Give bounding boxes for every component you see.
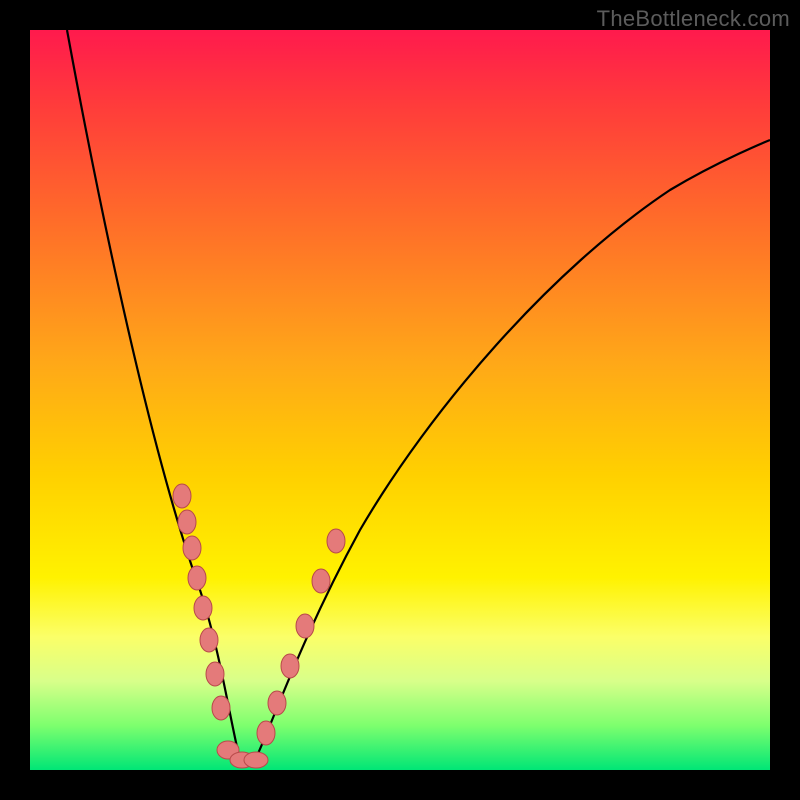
marker-dot bbox=[296, 614, 314, 638]
marker-dot bbox=[212, 696, 230, 720]
marker-dot bbox=[244, 752, 268, 768]
marker-dot bbox=[268, 691, 286, 715]
marker-dot bbox=[188, 566, 206, 590]
bottleneck-curve-svg bbox=[30, 30, 770, 770]
marker-dot bbox=[173, 484, 191, 508]
watermark-text: TheBottleneck.com bbox=[597, 6, 790, 32]
marker-dot bbox=[312, 569, 330, 593]
marker-dot bbox=[178, 510, 196, 534]
marker-dot bbox=[327, 529, 345, 553]
marker-dot bbox=[281, 654, 299, 678]
marker-dot bbox=[257, 721, 275, 745]
bottleneck-curve-path bbox=[67, 30, 770, 760]
marker-dot bbox=[194, 596, 212, 620]
marker-group bbox=[173, 484, 345, 768]
marker-dot bbox=[200, 628, 218, 652]
marker-dot bbox=[183, 536, 201, 560]
marker-dot bbox=[206, 662, 224, 686]
chart-plot-area bbox=[30, 30, 770, 770]
